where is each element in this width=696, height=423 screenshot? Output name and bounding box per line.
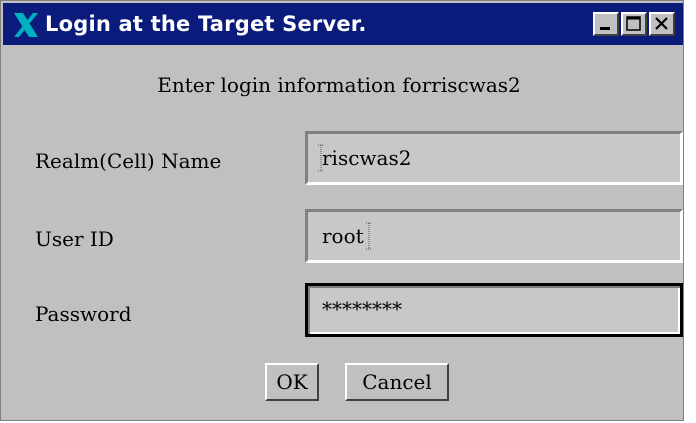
minimize-button[interactable]: [593, 12, 619, 36]
minimize-icon: [600, 27, 610, 30]
password-input[interactable]: ********: [305, 283, 683, 337]
ok-button[interactable]: OK: [265, 363, 319, 401]
cancel-button[interactable]: Cancel: [345, 363, 449, 401]
x-window-icon: [14, 13, 38, 37]
text-cursor-icon: [366, 222, 372, 250]
window-title: Login at the Target Server.: [45, 12, 367, 36]
user-id-value: root: [322, 224, 364, 248]
user-id-label: User ID: [35, 227, 114, 251]
maximize-button[interactable]: [621, 12, 647, 36]
user-id-input[interactable]: root: [305, 209, 683, 263]
realm-label: Realm(Cell) Name: [35, 149, 222, 173]
login-prompt: Enter login information forriscwas2: [157, 73, 521, 97]
realm-name-input[interactable]: riscwas2: [305, 131, 683, 185]
close-icon: [655, 17, 668, 30]
login-dialog-window: Login at the Target Server. Enter login …: [0, 0, 684, 421]
realm-name-value: riscwas2: [322, 146, 412, 170]
close-button[interactable]: [649, 12, 675, 36]
title-bar[interactable]: Login at the Target Server.: [3, 3, 683, 45]
password-value: ********: [322, 297, 402, 321]
maximize-icon: [626, 16, 641, 31]
password-label: Password: [35, 302, 132, 326]
